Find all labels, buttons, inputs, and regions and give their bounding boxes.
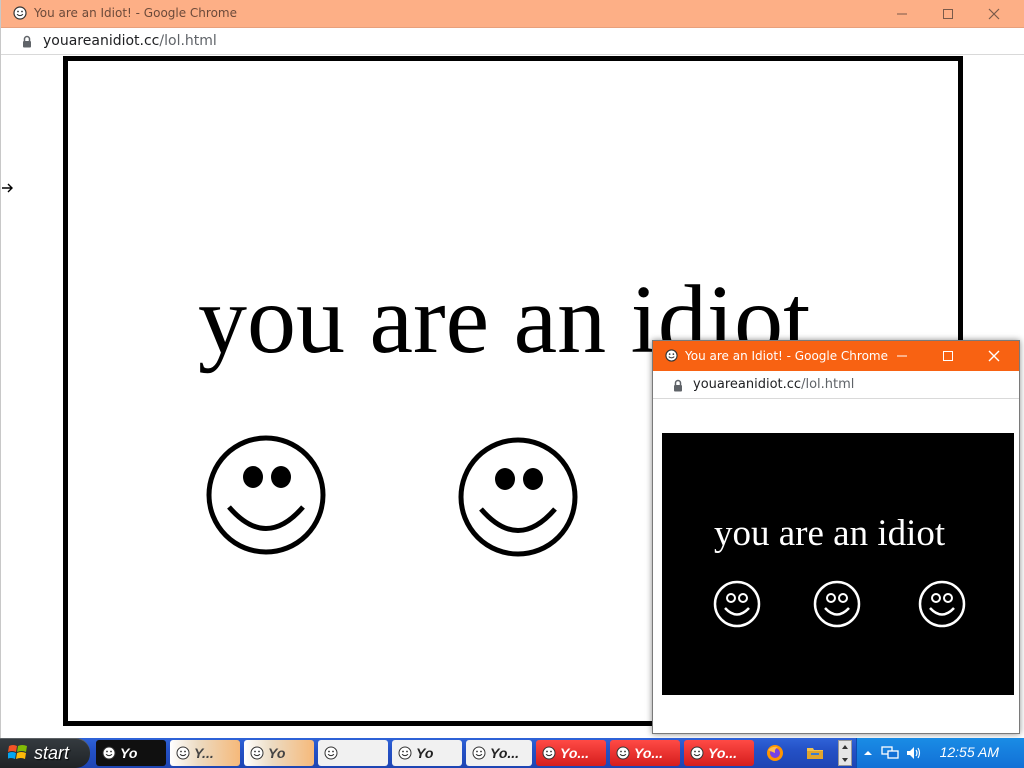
- smiley-favicon-icon: [665, 349, 678, 362]
- popup-browser-window[interactable]: You are an Idiot! - Google Chrome youare…: [652, 340, 1020, 734]
- taskbar-item[interactable]: Yo...: [466, 740, 532, 766]
- main-titlebar[interactable]: You are an Idiot! - Google Chrome: [1, 0, 1024, 28]
- minimize-icon: [897, 355, 907, 357]
- popup-close-button[interactable]: [971, 341, 1017, 371]
- close-icon: [988, 8, 1000, 20]
- taskbar-item-label: Yo...: [560, 745, 590, 761]
- taskbar-item-label: Y...: [194, 745, 214, 761]
- taskbar-clock[interactable]: 12:55 AM: [940, 744, 999, 760]
- taskbar-item-label: Yo...: [634, 745, 664, 761]
- popup-url-text[interactable]: youareanidiot.cc/lol.html: [693, 377, 854, 392]
- taskbar-item[interactable]: Yo...: [536, 740, 606, 766]
- maximize-icon: [943, 9, 953, 19]
- taskbar-item-label: Yo...: [708, 745, 738, 761]
- main-window-title: You are an Idiot! - Google Chrome: [34, 6, 237, 20]
- taskbar-item[interactable]: [318, 740, 388, 766]
- smiley-face-icon: [918, 580, 966, 628]
- url-path: /lol.html: [159, 33, 217, 49]
- maximize-button[interactable]: [925, 0, 971, 28]
- smiley-icon: [616, 746, 630, 760]
- taskbar-scroll-control[interactable]: [838, 740, 852, 766]
- file-explorer-icon[interactable]: [806, 744, 824, 762]
- smiley-icon: [398, 746, 412, 760]
- url-path: /lol.html: [801, 377, 855, 392]
- system-tray: 12:55 AM: [856, 738, 1024, 768]
- main-address-bar[interactable]: youareanidiot.cc/lol.html: [1, 28, 1024, 55]
- lock-icon: [23, 35, 31, 48]
- taskbar-item-label: Yo: [416, 745, 434, 761]
- smiley-face-icon: [713, 580, 761, 628]
- popup-window-title: You are an Idiot! - Google Chrome: [685, 349, 888, 363]
- smiley-icon: [102, 746, 116, 760]
- windows-taskbar: start Yo Y... Yo Yo Yo... Yo... Yo... Yo…: [0, 738, 1024, 768]
- smiley-icon: [324, 746, 338, 760]
- smiley-icon: [542, 746, 556, 760]
- taskbar-item[interactable]: Yo...: [684, 740, 754, 766]
- taskbar-item-label: Yo: [120, 745, 138, 761]
- start-label: start: [34, 742, 70, 763]
- taskbar-item[interactable]: Yo...: [610, 740, 680, 766]
- tray-expand-icon[interactable]: [863, 748, 873, 758]
- popup-heading: you are an idiot: [714, 513, 946, 554]
- popup-minimize-button[interactable]: [879, 341, 925, 371]
- maximize-icon: [943, 351, 953, 361]
- taskbar-item[interactable]: Yo: [392, 740, 462, 766]
- smiley-icon: [176, 746, 190, 760]
- taskbar-item[interactable]: Yo: [244, 740, 314, 766]
- smiley-face-icon: [813, 580, 861, 628]
- popup-titlebar[interactable]: You are an Idiot! - Google Chrome: [653, 341, 1019, 371]
- windows-logo-icon: [8, 745, 27, 759]
- url-domain: youareanidiot.cc: [693, 377, 802, 392]
- smiley-face-icon: [458, 437, 578, 557]
- smiley-icon: [250, 746, 264, 760]
- taskbar-item[interactable]: Y...: [170, 740, 240, 766]
- minimize-icon: [897, 13, 907, 15]
- network-icon[interactable]: [881, 745, 899, 761]
- smiley-icon: [690, 746, 704, 760]
- popup-maximize-button[interactable]: [925, 341, 971, 371]
- url-domain: youareanidiot.cc: [43, 33, 160, 49]
- volume-icon[interactable]: [905, 745, 923, 761]
- smiley-favicon-icon: [13, 6, 27, 20]
- smiley-face-icon: [206, 435, 326, 555]
- main-url-text[interactable]: youareanidiot.cc/lol.html: [43, 33, 217, 49]
- smiley-icon: [472, 746, 486, 760]
- lock-icon: [674, 379, 682, 392]
- firefox-icon[interactable]: [766, 744, 784, 762]
- chevron-up-icon: [842, 745, 848, 749]
- minimize-button[interactable]: [879, 0, 925, 28]
- close-icon: [988, 350, 1000, 362]
- taskbar-item[interactable]: Yo: [96, 740, 166, 766]
- taskbar-item-label: Yo...: [490, 745, 520, 761]
- chevron-down-icon: [842, 758, 848, 762]
- taskbar-item-label: Yo: [268, 745, 286, 761]
- resize-cursor-icon: [2, 183, 13, 193]
- start-button[interactable]: start: [0, 738, 90, 768]
- close-button[interactable]: [971, 0, 1017, 28]
- popup-address-bar[interactable]: youareanidiot.cc/lol.html: [653, 371, 1019, 399]
- popup-page-content: you are an idiot: [662, 433, 1014, 695]
